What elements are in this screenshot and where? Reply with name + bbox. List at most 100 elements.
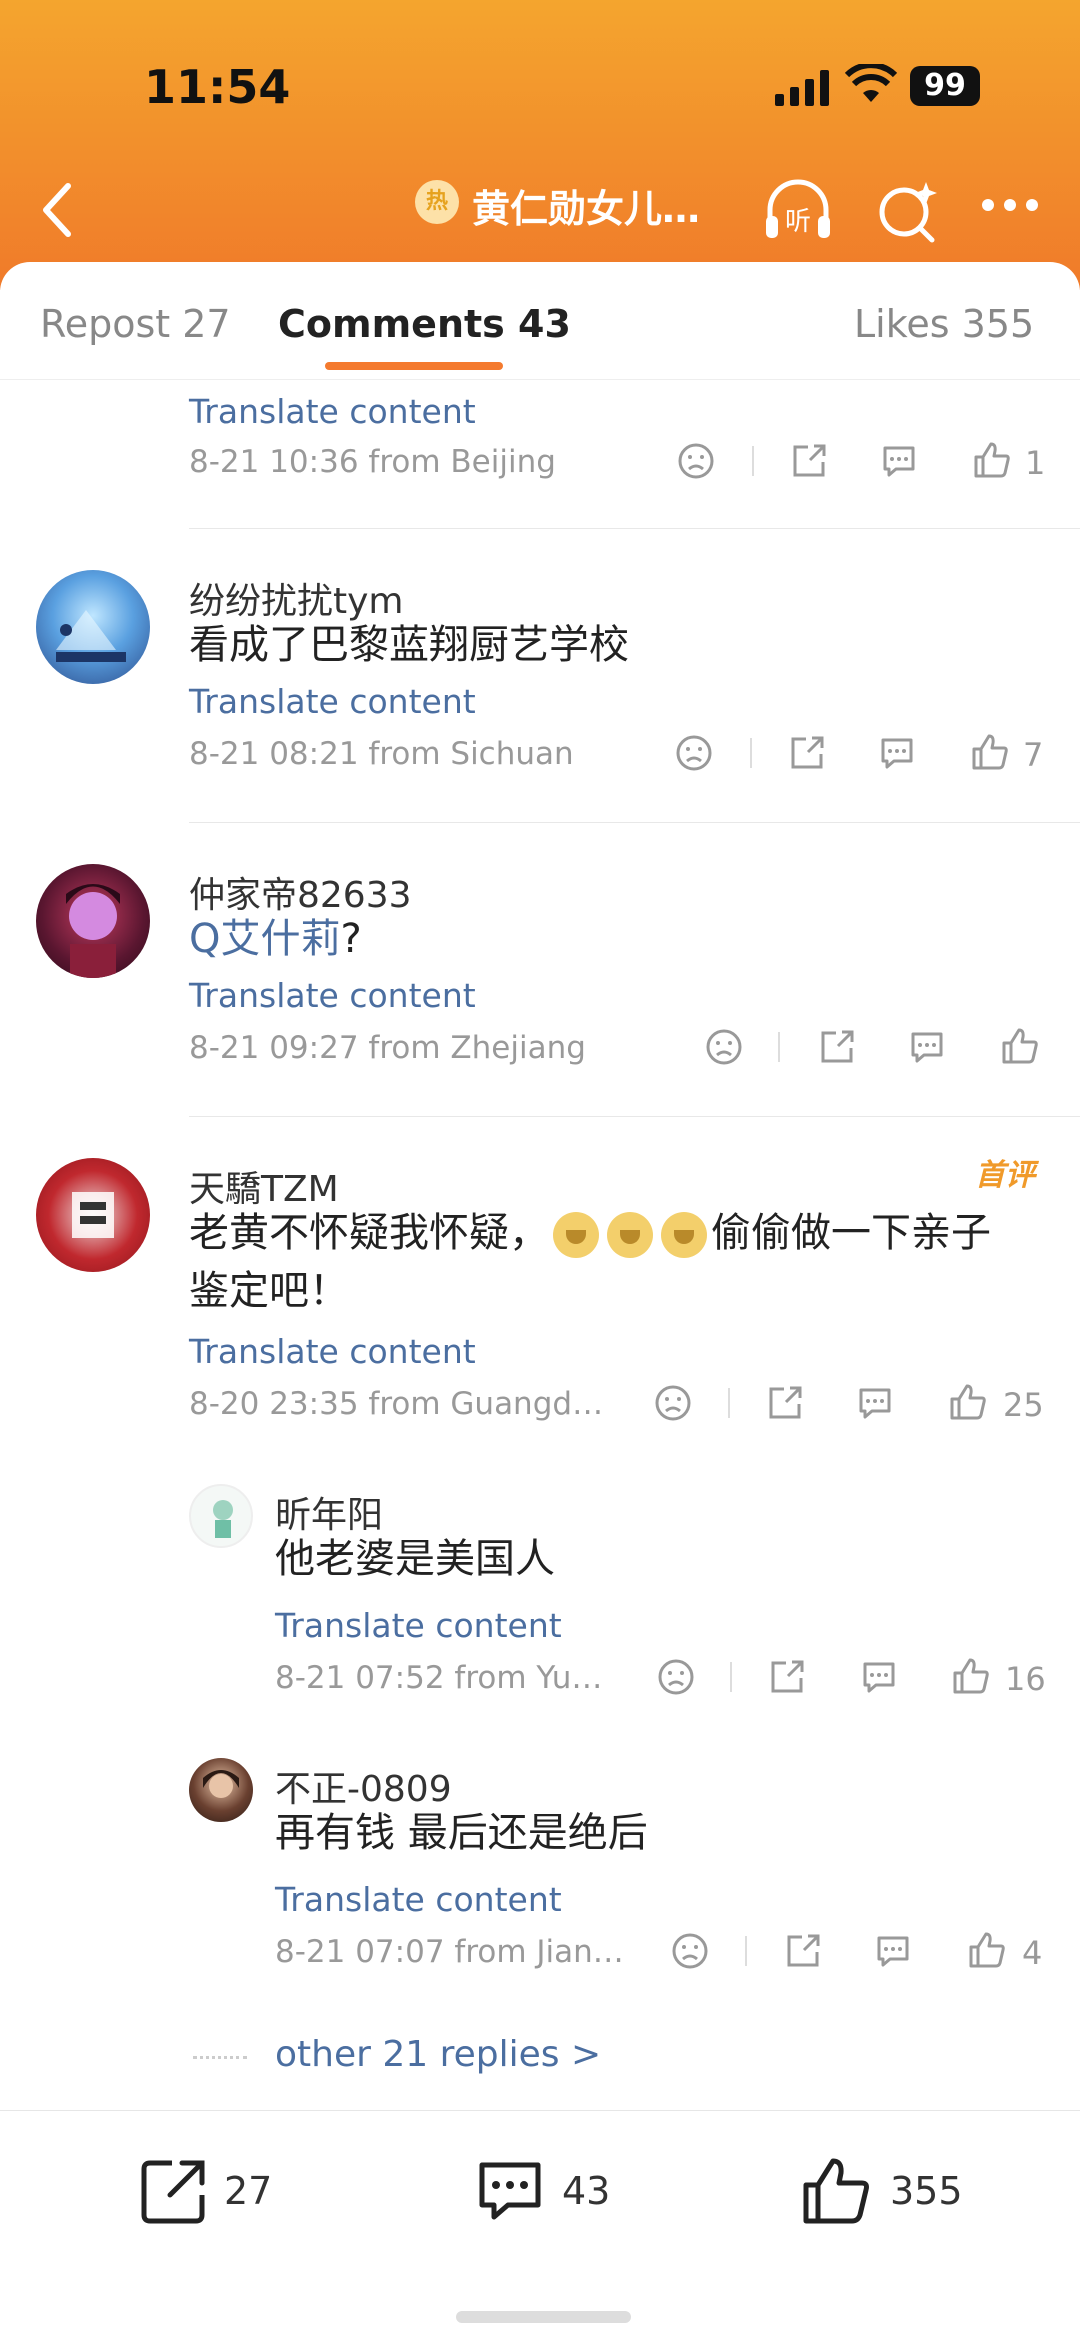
app-header: 11:54 99 热 黄仁勋女儿… 听: [0, 0, 1080, 290]
avatar-image: [213, 1500, 233, 1538]
translate-link[interactable]: Translate content: [189, 392, 476, 431]
bottom-repost-count: 27: [224, 2169, 273, 2213]
comment-meta: 8-21 08:21 from Sichuan: [189, 736, 574, 772]
translate-link[interactable]: Translate content: [275, 1880, 562, 1919]
share-icon[interactable]: [818, 1028, 856, 1066]
first-comment-badge: 首评: [975, 1158, 1035, 1193]
doge-emoji-icon: [607, 1212, 653, 1258]
comment-text-tail: ?: [340, 916, 362, 962]
signal-icon: [775, 70, 829, 106]
reply-icon[interactable]: [874, 1932, 912, 1970]
back-arrow-icon[interactable]: [30, 172, 90, 248]
like-thumb-icon[interactable]: [967, 1930, 1007, 1970]
tab-repost-label: Repost: [40, 302, 171, 346]
status-time: 11:54: [144, 60, 291, 114]
reply-icon[interactable]: [880, 442, 918, 480]
battery-indicator: 99: [910, 66, 980, 106]
tab-active-indicator: [325, 362, 503, 370]
share-icon[interactable]: [766, 1384, 804, 1422]
comment-meta: 8-21 09:27 from Zhejiang: [189, 1030, 586, 1066]
nav-bar: 热 黄仁勋女儿… 听: [0, 160, 1080, 260]
like-thumb-icon[interactable]: [972, 440, 1012, 480]
separator: [750, 738, 752, 768]
dislike-face-icon[interactable]: [677, 442, 715, 480]
avatar-image: [56, 610, 126, 662]
more-replies-link[interactable]: other 21 replies >: [275, 2034, 601, 2075]
like-thumb-icon: [803, 2158, 869, 2224]
bottom-comment-count: 43: [562, 2169, 611, 2213]
avatar[interactable]: [36, 864, 150, 978]
repost-icon: [141, 2160, 205, 2224]
reply-text: 他老婆是美国人: [275, 1536, 555, 1582]
share-icon[interactable]: [768, 1658, 806, 1696]
comment-text-part: 偷偷做一下亲子: [711, 1210, 991, 1256]
avatar-image: [72, 1192, 114, 1238]
doge-emoji-icon: [553, 1212, 599, 1258]
hot-topic-icon: 热: [415, 180, 459, 224]
separator: [778, 1032, 780, 1062]
listen-headphones-icon[interactable]: 听: [760, 172, 836, 248]
bottom-repost-button[interactable]: 27: [138, 2151, 278, 2231]
like-thumb-icon[interactable]: [1000, 1026, 1040, 1066]
like-thumb-icon[interactable]: [970, 732, 1010, 772]
reply-icon[interactable]: [860, 1658, 898, 1696]
separator: [752, 446, 754, 476]
status-bar: 11:54 99: [0, 0, 1080, 170]
separator: [730, 1662, 732, 1692]
reply-meta: 8-21 07:52 from Yu…: [275, 1660, 603, 1696]
bottom-action-bar: 27 43 355: [0, 2110, 1080, 2348]
svg-text:听: 听: [785, 207, 811, 237]
like-count: 4: [1022, 1934, 1043, 1972]
divider: [189, 822, 1080, 823]
share-icon[interactable]: [788, 734, 826, 772]
reply-icon[interactable]: [908, 1028, 946, 1066]
like-thumb-icon[interactable]: [951, 1656, 991, 1696]
reply-icon[interactable]: [878, 734, 916, 772]
home-indicator: [456, 2311, 631, 2323]
dislike-face-icon[interactable]: [657, 1658, 695, 1696]
topic-search-link[interactable]: Q艾什莉: [189, 916, 340, 962]
comment-text-line2: 鉴定吧！: [189, 1268, 349, 1314]
tab-bar: Repost 27 Comments 43 Likes 355: [0, 262, 1080, 380]
avatar[interactable]: [189, 1758, 253, 1822]
like-thumb-icon[interactable]: [948, 1382, 988, 1422]
dislike-face-icon[interactable]: [705, 1028, 743, 1066]
bottom-like-button[interactable]: 355: [800, 2151, 980, 2231]
translate-link[interactable]: Translate content: [189, 682, 476, 721]
translate-link[interactable]: Translate content: [275, 1606, 562, 1645]
separator: [728, 1388, 730, 1418]
tab-comments[interactable]: Comments 43: [278, 302, 571, 346]
bottom-comment-button[interactable]: 43: [474, 2151, 624, 2231]
tab-repost[interactable]: Repost 27: [40, 302, 231, 346]
comment-text: 老黄不怀疑我怀疑， 偷偷做一下亲子: [189, 1204, 991, 1262]
dislike-face-icon[interactable]: [671, 1932, 709, 1970]
comment-text-part: 老黄不怀疑我怀疑，: [189, 1210, 549, 1256]
wifi-icon: [845, 64, 897, 102]
separator: [745, 1936, 747, 1966]
comment-text: 看成了巴黎蓝翔厨艺学校: [189, 622, 629, 668]
translate-link[interactable]: Translate content: [189, 976, 476, 1015]
page-title[interactable]: 黄仁勋女儿…: [472, 178, 700, 233]
avatar-image: [66, 884, 120, 978]
share-icon[interactable]: [790, 442, 828, 480]
avatar[interactable]: [36, 1158, 150, 1272]
avatar[interactable]: [36, 570, 150, 684]
content-sheet: Repost 27 Comments 43 Likes 355 Translat…: [0, 262, 1080, 2348]
dislike-face-icon[interactable]: [675, 734, 713, 772]
tab-repost-count: 27: [182, 302, 231, 346]
share-icon[interactable]: [784, 1932, 822, 1970]
divider: [189, 528, 1080, 529]
tab-likes[interactable]: Likes 355: [854, 302, 1034, 346]
divider: [189, 1116, 1080, 1117]
reply-icon[interactable]: [856, 1384, 894, 1422]
reply-text: 再有钱 最后还是绝后: [275, 1810, 648, 1856]
reply-meta: 8-21 07:07 from Jian…: [275, 1934, 624, 1970]
comment-meta: 8-20 23:35 from Guangd…: [189, 1386, 604, 1422]
translate-link[interactable]: Translate content: [189, 1332, 476, 1371]
search-icon[interactable]: [872, 172, 942, 248]
tab-comments-count: 43: [518, 302, 571, 346]
dislike-face-icon[interactable]: [654, 1384, 692, 1422]
avatar[interactable]: [189, 1484, 253, 1548]
more-options-icon[interactable]: [980, 195, 1040, 215]
comment-text: Q艾什莉?: [189, 910, 362, 968]
